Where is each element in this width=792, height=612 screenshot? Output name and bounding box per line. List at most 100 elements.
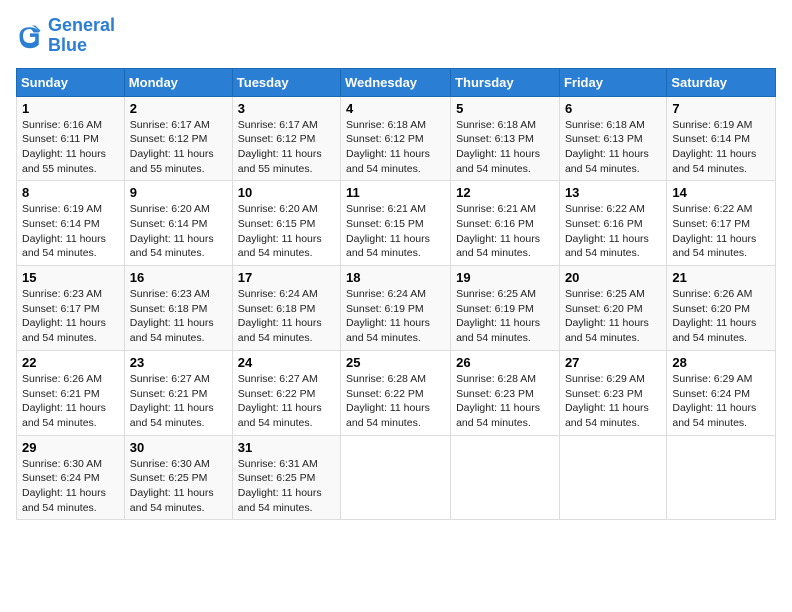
calendar-week-5: 29 Sunrise: 6:30 AM Sunset: 6:24 PM Dayl… <box>17 435 776 520</box>
calendar-cell: 22 Sunrise: 6:26 AM Sunset: 6:21 PM Dayl… <box>17 350 125 435</box>
calendar-table: SundayMondayTuesdayWednesdayThursdayFrid… <box>16 68 776 521</box>
day-info: Sunrise: 6:20 AM Sunset: 6:15 PM Dayligh… <box>238 202 335 261</box>
day-info: Sunrise: 6:23 AM Sunset: 6:18 PM Dayligh… <box>130 287 227 346</box>
calendar-cell: 23 Sunrise: 6:27 AM Sunset: 6:21 PM Dayl… <box>124 350 232 435</box>
day-number: 19 <box>456 270 554 285</box>
day-info: Sunrise: 6:29 AM Sunset: 6:23 PM Dayligh… <box>565 372 661 431</box>
day-info: Sunrise: 6:17 AM Sunset: 6:12 PM Dayligh… <box>238 118 335 177</box>
calendar-cell: 9 Sunrise: 6:20 AM Sunset: 6:14 PM Dayli… <box>124 181 232 266</box>
header-saturday: Saturday <box>667 68 776 96</box>
day-info: Sunrise: 6:22 AM Sunset: 6:16 PM Dayligh… <box>565 202 661 261</box>
day-number: 30 <box>130 440 227 455</box>
calendar-week-2: 8 Sunrise: 6:19 AM Sunset: 6:14 PM Dayli… <box>17 181 776 266</box>
calendar-cell: 25 Sunrise: 6:28 AM Sunset: 6:22 PM Dayl… <box>341 350 451 435</box>
day-info: Sunrise: 6:25 AM Sunset: 6:20 PM Dayligh… <box>565 287 661 346</box>
calendar-cell: 27 Sunrise: 6:29 AM Sunset: 6:23 PM Dayl… <box>559 350 666 435</box>
calendar-cell: 3 Sunrise: 6:17 AM Sunset: 6:12 PM Dayli… <box>232 96 340 181</box>
day-number: 31 <box>238 440 335 455</box>
header-friday: Friday <box>559 68 666 96</box>
calendar-header-row: SundayMondayTuesdayWednesdayThursdayFrid… <box>17 68 776 96</box>
day-number: 5 <box>456 101 554 116</box>
calendar-cell: 21 Sunrise: 6:26 AM Sunset: 6:20 PM Dayl… <box>667 266 776 351</box>
calendar-cell: 20 Sunrise: 6:25 AM Sunset: 6:20 PM Dayl… <box>559 266 666 351</box>
day-info: Sunrise: 6:19 AM Sunset: 6:14 PM Dayligh… <box>672 118 770 177</box>
calendar-cell <box>559 435 666 520</box>
day-number: 4 <box>346 101 445 116</box>
day-info: Sunrise: 6:27 AM Sunset: 6:22 PM Dayligh… <box>238 372 335 431</box>
header-sunday: Sunday <box>17 68 125 96</box>
day-info: Sunrise: 6:27 AM Sunset: 6:21 PM Dayligh… <box>130 372 227 431</box>
day-number: 21 <box>672 270 770 285</box>
calendar-cell: 4 Sunrise: 6:18 AM Sunset: 6:12 PM Dayli… <box>341 96 451 181</box>
calendar-cell: 2 Sunrise: 6:17 AM Sunset: 6:12 PM Dayli… <box>124 96 232 181</box>
day-number: 10 <box>238 185 335 200</box>
day-number: 20 <box>565 270 661 285</box>
calendar-cell: 14 Sunrise: 6:22 AM Sunset: 6:17 PM Dayl… <box>667 181 776 266</box>
day-number: 22 <box>22 355 119 370</box>
day-number: 7 <box>672 101 770 116</box>
day-number: 26 <box>456 355 554 370</box>
calendar-cell: 18 Sunrise: 6:24 AM Sunset: 6:19 PM Dayl… <box>341 266 451 351</box>
calendar-cell: 5 Sunrise: 6:18 AM Sunset: 6:13 PM Dayli… <box>451 96 560 181</box>
calendar-cell: 1 Sunrise: 6:16 AM Sunset: 6:11 PM Dayli… <box>17 96 125 181</box>
day-number: 14 <box>672 185 770 200</box>
calendar-cell: 16 Sunrise: 6:23 AM Sunset: 6:18 PM Dayl… <box>124 266 232 351</box>
day-number: 17 <box>238 270 335 285</box>
logo-icon <box>16 22 44 50</box>
day-info: Sunrise: 6:19 AM Sunset: 6:14 PM Dayligh… <box>22 202 119 261</box>
calendar-cell <box>667 435 776 520</box>
day-info: Sunrise: 6:29 AM Sunset: 6:24 PM Dayligh… <box>672 372 770 431</box>
day-number: 13 <box>565 185 661 200</box>
calendar-cell: 10 Sunrise: 6:20 AM Sunset: 6:15 PM Dayl… <box>232 181 340 266</box>
day-info: Sunrise: 6:18 AM Sunset: 6:13 PM Dayligh… <box>565 118 661 177</box>
calendar-cell <box>451 435 560 520</box>
day-number: 11 <box>346 185 445 200</box>
header-wednesday: Wednesday <box>341 68 451 96</box>
day-info: Sunrise: 6:21 AM Sunset: 6:15 PM Dayligh… <box>346 202 445 261</box>
calendar-week-4: 22 Sunrise: 6:26 AM Sunset: 6:21 PM Dayl… <box>17 350 776 435</box>
calendar-cell: 30 Sunrise: 6:30 AM Sunset: 6:25 PM Dayl… <box>124 435 232 520</box>
day-info: Sunrise: 6:21 AM Sunset: 6:16 PM Dayligh… <box>456 202 554 261</box>
calendar-week-3: 15 Sunrise: 6:23 AM Sunset: 6:17 PM Dayl… <box>17 266 776 351</box>
day-number: 18 <box>346 270 445 285</box>
day-number: 24 <box>238 355 335 370</box>
day-info: Sunrise: 6:24 AM Sunset: 6:18 PM Dayligh… <box>238 287 335 346</box>
logo: General Blue <box>16 16 115 56</box>
day-number: 16 <box>130 270 227 285</box>
day-number: 8 <box>22 185 119 200</box>
day-number: 15 <box>22 270 119 285</box>
day-info: Sunrise: 6:26 AM Sunset: 6:21 PM Dayligh… <box>22 372 119 431</box>
day-info: Sunrise: 6:22 AM Sunset: 6:17 PM Dayligh… <box>672 202 770 261</box>
day-number: 29 <box>22 440 119 455</box>
day-number: 25 <box>346 355 445 370</box>
calendar-week-1: 1 Sunrise: 6:16 AM Sunset: 6:11 PM Dayli… <box>17 96 776 181</box>
day-info: Sunrise: 6:25 AM Sunset: 6:19 PM Dayligh… <box>456 287 554 346</box>
calendar-cell: 13 Sunrise: 6:22 AM Sunset: 6:16 PM Dayl… <box>559 181 666 266</box>
calendar-cell: 26 Sunrise: 6:28 AM Sunset: 6:23 PM Dayl… <box>451 350 560 435</box>
day-info: Sunrise: 6:24 AM Sunset: 6:19 PM Dayligh… <box>346 287 445 346</box>
logo-text: General Blue <box>48 16 115 56</box>
day-info: Sunrise: 6:18 AM Sunset: 6:13 PM Dayligh… <box>456 118 554 177</box>
day-info: Sunrise: 6:23 AM Sunset: 6:17 PM Dayligh… <box>22 287 119 346</box>
calendar-cell <box>341 435 451 520</box>
calendar-cell: 12 Sunrise: 6:21 AM Sunset: 6:16 PM Dayl… <box>451 181 560 266</box>
day-info: Sunrise: 6:30 AM Sunset: 6:24 PM Dayligh… <box>22 457 119 516</box>
page-header: General Blue <box>16 16 776 56</box>
day-info: Sunrise: 6:16 AM Sunset: 6:11 PM Dayligh… <box>22 118 119 177</box>
day-number: 28 <box>672 355 770 370</box>
day-info: Sunrise: 6:26 AM Sunset: 6:20 PM Dayligh… <box>672 287 770 346</box>
day-info: Sunrise: 6:28 AM Sunset: 6:23 PM Dayligh… <box>456 372 554 431</box>
day-info: Sunrise: 6:17 AM Sunset: 6:12 PM Dayligh… <box>130 118 227 177</box>
header-tuesday: Tuesday <box>232 68 340 96</box>
day-number: 12 <box>456 185 554 200</box>
calendar-cell: 28 Sunrise: 6:29 AM Sunset: 6:24 PM Dayl… <box>667 350 776 435</box>
calendar-cell: 8 Sunrise: 6:19 AM Sunset: 6:14 PM Dayli… <box>17 181 125 266</box>
header-monday: Monday <box>124 68 232 96</box>
day-number: 1 <box>22 101 119 116</box>
day-number: 6 <box>565 101 661 116</box>
calendar-cell: 7 Sunrise: 6:19 AM Sunset: 6:14 PM Dayli… <box>667 96 776 181</box>
calendar-cell: 17 Sunrise: 6:24 AM Sunset: 6:18 PM Dayl… <box>232 266 340 351</box>
day-info: Sunrise: 6:31 AM Sunset: 6:25 PM Dayligh… <box>238 457 335 516</box>
day-info: Sunrise: 6:20 AM Sunset: 6:14 PM Dayligh… <box>130 202 227 261</box>
calendar-cell: 31 Sunrise: 6:31 AM Sunset: 6:25 PM Dayl… <box>232 435 340 520</box>
